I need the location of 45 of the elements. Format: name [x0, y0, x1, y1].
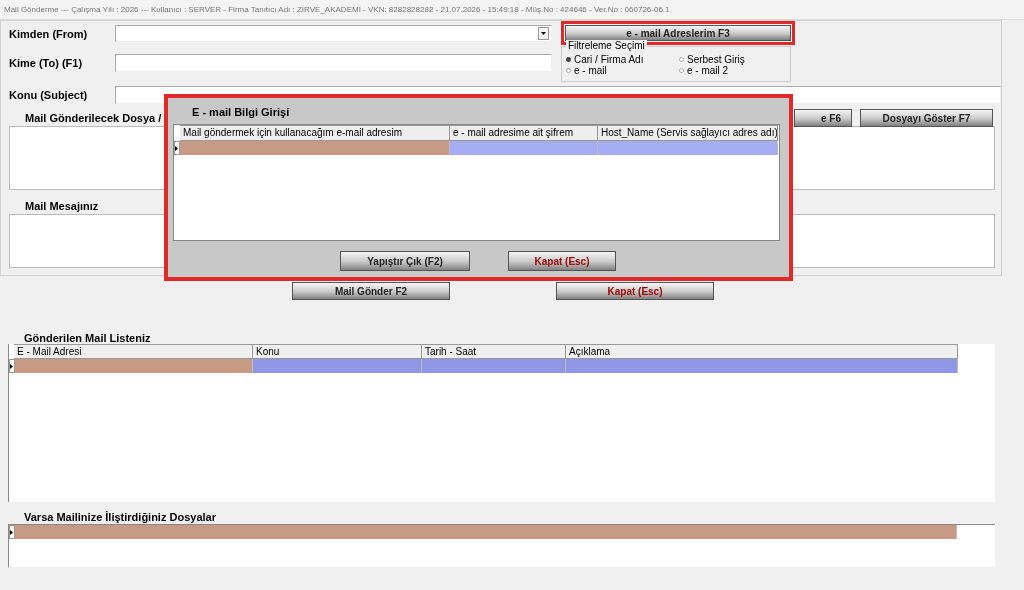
column-header[interactable]: Konu	[253, 344, 422, 359]
email-grid[interactable]: Mail göndermek için kullanacağım e-mail adresim e - mail adresime ait şifrem Host_Name (Servis sağlayıcı adres adı)	[173, 124, 780, 241]
to-label: Kime (To) (F1)	[8, 57, 84, 69]
to-field[interactable]	[115, 54, 552, 72]
message-label: Mail Mesajınız	[25, 200, 100, 212]
sent-mail-grid[interactable]: E - Mail Adresi Konu Tarih - Saat Açıklama	[8, 344, 995, 502]
row-pointer-icon	[175, 145, 178, 151]
column-header[interactable]: Açıklama	[566, 344, 958, 359]
action-button[interactable]: Mail Gönder F2	[292, 282, 450, 300]
row-pointer-icon	[10, 363, 13, 369]
column-header[interactable]: E - Mail Adresi	[14, 344, 253, 359]
grid-cell[interactable]	[15, 525, 957, 539]
grid-cell[interactable]	[598, 141, 778, 155]
filter-radio[interactable]: e - mail 2	[679, 65, 789, 76]
row-pointer-icon	[10, 529, 13, 535]
addresses-button[interactable]: e - mail Adreslerim F3	[565, 25, 791, 41]
subject-label: Konu (Subject)	[8, 89, 89, 101]
action-button[interactable]: e F6	[794, 109, 852, 127]
filter-radio[interactable]: Serbest Giriş	[679, 54, 789, 65]
dialog-title: E - mail Bilgi Girişi	[192, 106, 291, 120]
dropdown-icon	[541, 32, 546, 35]
close-button[interactable]: Kapat (Esc)	[508, 251, 616, 271]
grid-cell[interactable]	[180, 141, 450, 155]
grid-cell[interactable]	[253, 359, 422, 373]
column-header[interactable]: Host_Name (Servis sağlayıcı adres adı)	[598, 125, 778, 141]
close-button[interactable]: Kapat (Esc)	[556, 282, 714, 300]
filter-radio[interactable]: Cari / Firma Adı	[566, 54, 679, 65]
grid-cell[interactable]	[566, 359, 958, 373]
grid-cell[interactable]	[450, 141, 598, 155]
column-header[interactable]: Tarih - Saat	[422, 344, 566, 359]
filter-title: Filtreleme Seçimi	[566, 40, 647, 51]
from-label: Kimden (From)	[8, 27, 89, 40]
column-header[interactable]: e - mail adresime ait şifrem	[450, 125, 598, 141]
filter-radio[interactable]: e - mail	[566, 65, 679, 76]
attachments-label: Mail Gönderilecek Dosya /	[25, 112, 162, 124]
action-button[interactable]: Yapıştır Çık (F2)	[340, 251, 470, 271]
sent-list-title: Gönderilen Mail Listeniz	[24, 332, 152, 344]
grid-cell[interactable]	[422, 359, 566, 373]
attached-files-grid[interactable]	[8, 524, 995, 567]
column-header[interactable]: Mail göndermek için kullanacağım e-mail adresim	[180, 125, 450, 141]
from-combo[interactable]	[115, 25, 552, 42]
attached-files-title: Varsa Mailinize İliştirdiğiniz Dosyalar	[24, 511, 217, 523]
action-button[interactable]: Dosyayı Göster F7	[860, 109, 993, 127]
window-title: Mail Gönderme --- Çalışma Yılı : 2026 --- Kullanıcı : SERVER - Firma Tanıtıcı Adı : ZİRVE_AKADEMİ - VKN: 8282828282 - 21.07.2026 - 15:49:18 - Müş.No : 424646 - Ver.No : 060726-06.1	[0, 0, 1024, 20]
grid-cell[interactable]	[15, 359, 253, 373]
